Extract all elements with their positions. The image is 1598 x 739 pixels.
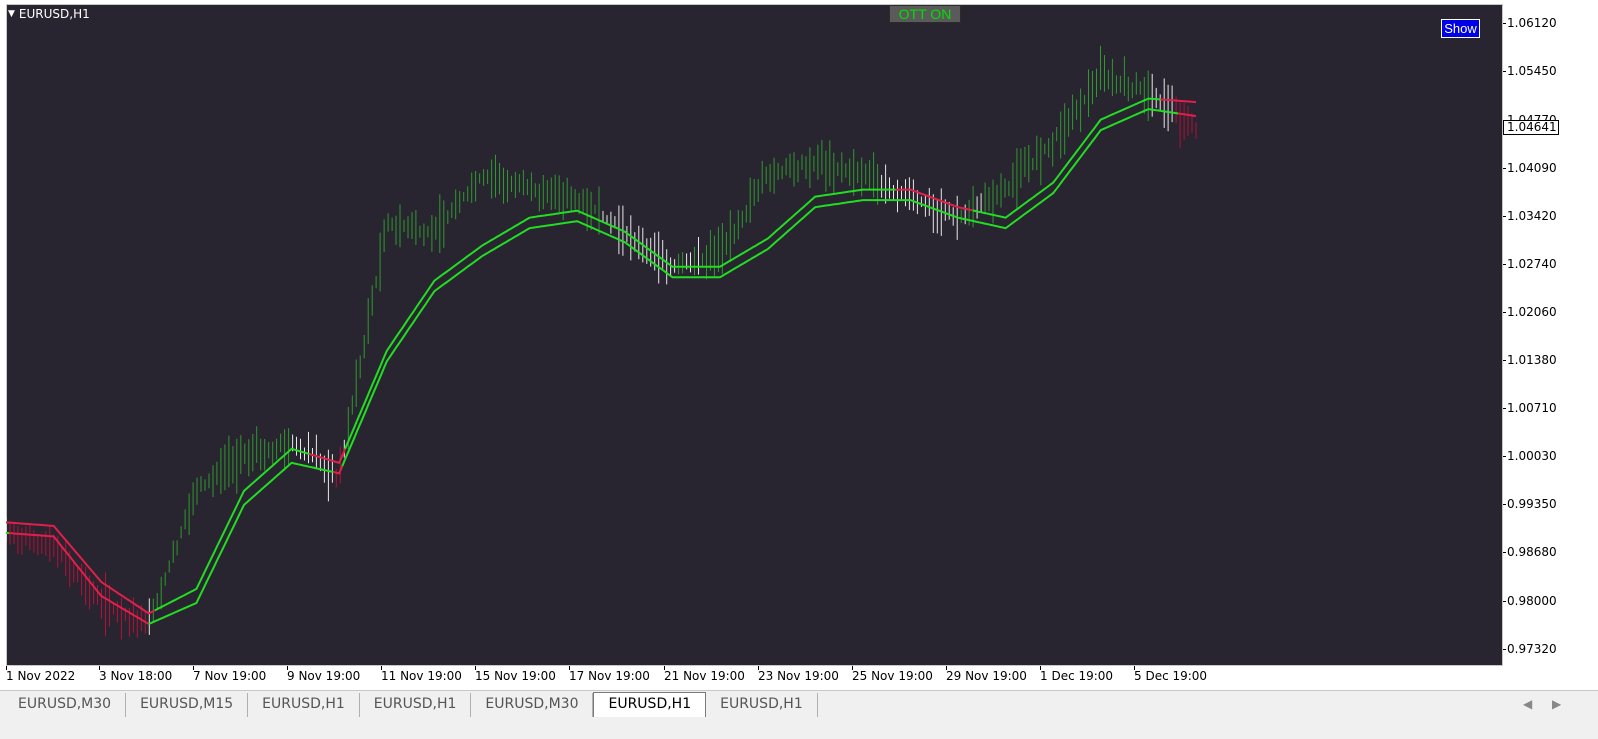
- ott-lower-line-segment: [333, 465, 344, 475]
- price-tick-label: 1.01380: [1503, 353, 1557, 367]
- time-tick-label: 11 Nov 19:00: [381, 666, 462, 683]
- price-tick-label: 1.06120: [1503, 16, 1557, 30]
- price-tick-label: 0.98000: [1503, 594, 1557, 608]
- tab-eurusd-h1[interactable]: EURUSD,H1: [248, 693, 360, 717]
- time-tick-label: 1 Nov 2022: [6, 666, 76, 683]
- time-tick-label: 3 Nov 18:00: [99, 666, 173, 683]
- price-axis[interactable]: 1.061201.054501.047701.040901.034201.027…: [1503, 0, 1598, 666]
- price-tick-label: 0.99350: [1503, 497, 1557, 511]
- symbol-label[interactable]: ▼ EURUSD,H1: [8, 7, 90, 21]
- time-tick-label: 17 Nov 19:00: [569, 666, 650, 683]
- scroll-right-icon[interactable]: ▶: [1552, 697, 1561, 711]
- current-price-label: 1.04641: [1503, 120, 1559, 135]
- tab-eurusd-m30[interactable]: EURUSD,M30: [471, 693, 594, 717]
- time-tick-label: 29 Nov 19:00: [946, 666, 1027, 683]
- time-tick-label: 7 Nov 19:00: [193, 666, 267, 683]
- ott-lower-line-segment: [1178, 112, 1197, 118]
- time-axis[interactable]: 1 Nov 2022 3 Nov 18:00 7 Nov 19:00 9 Nov 19…: [0, 666, 1503, 690]
- price-tick-label: 0.97320: [1503, 642, 1557, 656]
- time-tick-label: 21 Nov 19:00: [664, 666, 745, 683]
- price-tick-label: 1.05450: [1503, 64, 1557, 78]
- price-chart[interactable]: [6, 4, 1503, 666]
- symbol-text: EURUSD,H1: [18, 7, 90, 21]
- price-bars: [6, 45, 1197, 640]
- price-tick-label: 1.00030: [1503, 449, 1557, 463]
- chart-window: ▼ EURUSD,H1 OTT ON Show 1.06120 1.05450 1.…: [0, 0, 1598, 690]
- price-tick-label: 1.00710: [1503, 401, 1557, 415]
- ott-upper-line-segment: [1160, 98, 1197, 104]
- ott-upper-line-segment: [6, 521, 156, 615]
- tab-list: EURUSD,M30 EURUSD,M15 EURUSD,H1 EURUSD,H1 EU…: [4, 692, 818, 717]
- time-tick-label: 25 Nov 19:00: [852, 666, 933, 683]
- ott-lower-line: [6, 108, 1197, 625]
- time-tick-label: 5 Dec 19:00: [1134, 666, 1208, 683]
- time-tick-label: 15 Nov 19:00: [475, 666, 556, 683]
- ott-upper-line-segment: [309, 448, 347, 464]
- ott-upper-line: [6, 97, 1197, 615]
- show-button[interactable]: Show: [1441, 19, 1480, 38]
- price-tick-label: 1.02060: [1503, 305, 1557, 319]
- price-tick-label: 1.03420: [1503, 209, 1557, 223]
- tab-eurusd-m15[interactable]: EURUSD,M15: [126, 693, 249, 717]
- tab-eurusd-m30[interactable]: EURUSD,M30: [4, 693, 127, 717]
- scroll-left-icon[interactable]: ◀: [1523, 697, 1532, 711]
- ott-status-label[interactable]: OTT ON: [889, 5, 961, 23]
- price-tick-label: 1.02740: [1503, 257, 1557, 271]
- time-tick-label: 9 Nov 19:00: [287, 666, 361, 683]
- time-tick-label: 1 Dec 19:00: [1040, 666, 1114, 683]
- price-tick-label: 1.04090: [1503, 161, 1557, 175]
- time-tick-label: 23 Nov 19:00: [758, 666, 839, 683]
- tab-eurusd-h1[interactable]: EURUSD,H1: [360, 693, 472, 717]
- tab-eurusd-h1[interactable]: EURUSD,H1: [706, 693, 818, 717]
- tab-eurusd-h1[interactable]: EURUSD,H1: [593, 692, 707, 717]
- price-tick-label: 0.98680: [1503, 545, 1557, 559]
- dropdown-triangle-icon[interactable]: ▼: [8, 9, 15, 19]
- chart-tab-bar: EURUSD,M30 EURUSD,M15 EURUSD,H1 EURUSD,H1 EU…: [0, 690, 1598, 720]
